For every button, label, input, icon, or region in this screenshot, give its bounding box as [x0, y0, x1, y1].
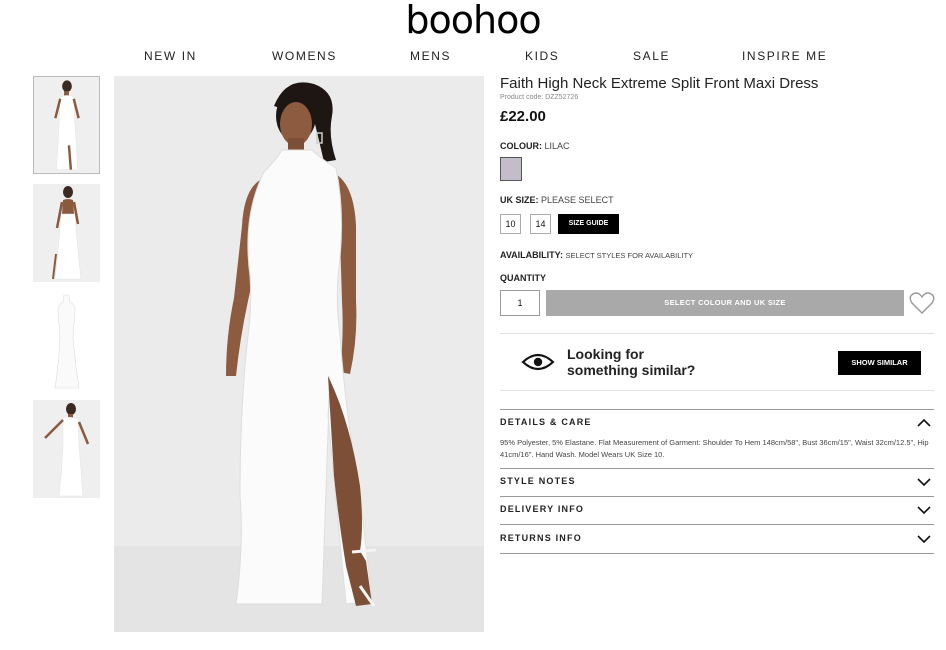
thumbnail-image [33, 292, 100, 390]
availability-label: AVAILABILITY: SELECT STYLES FOR AVAILABI… [500, 250, 693, 260]
accordion-title: DETAILS & CARE [500, 417, 592, 427]
thumbnail-image [34, 77, 99, 173]
accordion-style-notes[interactable]: STYLE NOTES [500, 472, 934, 492]
divider [500, 333, 934, 334]
accordion-title: RETURNS INFO [500, 533, 582, 543]
accordion-title: DELIVERY INFO [500, 504, 585, 514]
similar-line-2: something similar? [567, 362, 696, 378]
product-thumbnail-flat[interactable] [33, 292, 100, 390]
nav-item-womens[interactable]: WOMENS [272, 49, 337, 63]
availability-value: SELECT STYLES FOR AVAILABILITY [565, 251, 694, 260]
quantity-input[interactable]: 1 [500, 290, 540, 316]
eye-icon [521, 352, 555, 372]
add-to-bag-button[interactable]: SELECT COLOUR AND UK SIZE [546, 290, 904, 316]
product-title: Faith High Neck Extreme Split Front Maxi… [500, 75, 819, 92]
show-similar-button[interactable]: SHOW SIMILAR [838, 351, 921, 375]
product-thumbnail-front[interactable] [33, 76, 100, 174]
size-label: UK SIZE: PLEASE SELECT [500, 195, 614, 205]
product-thumbnail-back[interactable] [33, 184, 100, 282]
chevron-down-icon [917, 535, 931, 544]
chevron-down-icon [917, 506, 931, 515]
brand-logo[interactable]: boohoo [0, 0, 946, 40]
product-code: Product code: DZZ52726 [500, 94, 579, 101]
accordion-title: STYLE NOTES [500, 476, 576, 486]
similar-prompt: Looking for something similar? [567, 346, 695, 378]
divider [500, 553, 934, 554]
divider [500, 468, 934, 469]
size-label-key: UK SIZE: [500, 195, 539, 205]
product-main-image[interactable] [114, 76, 484, 632]
divider [500, 524, 934, 525]
accordion-delivery-info[interactable]: DELIVERY INFO [500, 500, 934, 520]
thumbnail-image [33, 184, 100, 282]
divider [500, 409, 934, 410]
size-value: PLEASE SELECT [541, 195, 614, 205]
divider [500, 390, 934, 391]
product-price: £22.00 [500, 108, 546, 125]
size-option-10[interactable]: 10 [500, 214, 521, 234]
product-thumbnail-side[interactable] [33, 400, 100, 498]
accordion-returns-info[interactable]: RETURNS INFO [500, 529, 934, 549]
model-photo [114, 76, 484, 632]
quantity-label: QUANTITY [500, 273, 546, 283]
chevron-up-icon [917, 418, 931, 427]
details-care-body: 95% Polyester, 5% Elastane. Flat Measure… [500, 438, 929, 459]
main-nav: NEW IN WOMENS MENS KIDS SALE INSPIRE ME [0, 49, 946, 65]
nav-item-sale[interactable]: SALE [633, 49, 670, 63]
heart-icon[interactable] [909, 291, 935, 315]
accordion-details-care[interactable]: DETAILS & CARE [500, 413, 934, 433]
thumbnail-image [33, 400, 100, 498]
colour-label-key: COLOUR: [500, 141, 542, 151]
size-option-14[interactable]: 14 [530, 214, 551, 234]
colour-swatch-lilac[interactable] [500, 157, 522, 181]
colour-label: COLOUR: LILAC [500, 141, 570, 151]
divider [500, 496, 934, 497]
nav-item-kids[interactable]: KIDS [525, 49, 559, 63]
nav-item-mens[interactable]: MENS [410, 49, 451, 63]
nav-item-inspire-me[interactable]: INSPIRE ME [742, 49, 827, 63]
similar-line-1: Looking for [567, 346, 644, 362]
quantity-label-key: QUANTITY [500, 273, 546, 283]
chevron-down-icon [917, 478, 931, 487]
colour-value: LILAC [544, 141, 570, 151]
nav-item-new-in[interactable]: NEW IN [144, 49, 197, 63]
availability-label-key: AVAILABILITY: [500, 250, 563, 260]
size-guide-button[interactable]: SIZE GUIDE [558, 214, 619, 234]
